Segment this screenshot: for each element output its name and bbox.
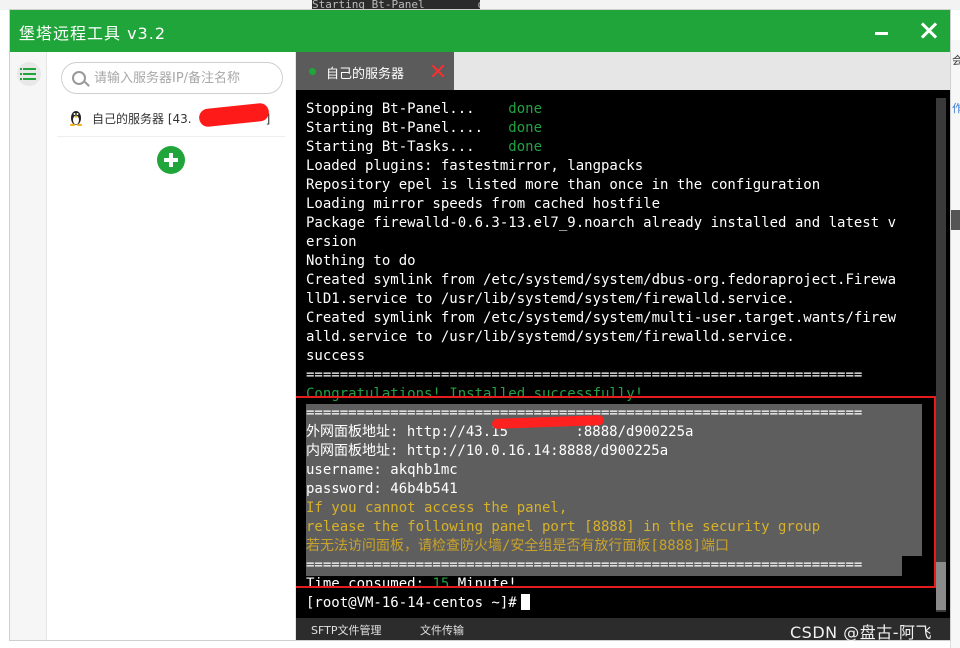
terminal-text: ========================================… [306,367,863,383]
server-list-panel: 自己的服务器 [43.] [47,52,296,640]
highlight-box [296,396,936,588]
server-list-item[interactable]: 自己的服务器 [43.] [57,100,285,137]
window-title: 堡塔远程工具 v3.2 [19,24,167,43]
connected-status-dot [309,68,316,75]
terminal-text: alld.service to /usr/lib/systemd/system/… [306,329,795,345]
text-cursor [520,594,530,610]
scrollbar-thumb[interactable] [936,562,946,610]
background-terminal-peek: Starting Bt-Panel done [312,0,480,10]
tab-server[interactable]: 自己的服务器 [296,52,454,90]
tab-bar: 自己的服务器 [296,52,950,90]
terminal-text: success [306,348,366,364]
search-input[interactable] [92,67,276,89]
background-window: Starting Bt-Panel done [0,0,960,10]
terminal-pane: 自己的服务器 Stopping Bt-Panel... done Starting… [296,52,950,640]
title-bar[interactable]: 堡塔远程工具 v3.2 [10,10,950,52]
terminal-line: llD1.service to /usr/lib/systemd/system/… [306,290,926,309]
terminal-line: Repository epel is listed more than once… [306,176,926,195]
terminal-text: llD1.service to /usr/lib/systemd/system/… [306,291,795,307]
prompt-text: [root@VM-16-14-centos ~]# [306,595,517,611]
terminal-line: Created symlink from /etc/systemd/system… [306,309,926,328]
close-button[interactable] [916,18,942,44]
minimize-button[interactable] [869,18,895,44]
terminal-output[interactable]: Stopping Bt-Panel... done Starting Bt-Pan… [296,90,950,618]
terminal-text: done [508,120,543,136]
terminal-line: success [306,347,926,366]
terminal-text: Loading mirror speeds from cached hostfi… [306,196,661,212]
list-icon [20,73,36,75]
sftp-file-manager-button[interactable]: SFTP文件管理 [311,622,381,638]
list-icon [20,78,36,80]
terminal-text: Stopping Bt-Panel... [306,101,509,117]
terminal-line: Nothing to do [306,252,926,271]
terminal-line: Starting Bt-Tasks... done [306,138,926,157]
terminal-text: Repository epel is listed more than once… [306,177,821,193]
app-window: 堡塔远程工具 v3.2 自己的服务器 [43.] [10,10,950,640]
search-box[interactable] [61,62,283,94]
terminal-line: Starting Bt-Panel.... done [306,119,926,138]
list-menu-button[interactable] [17,62,41,86]
terminal-text: Starting Bt-Panel.... [306,120,509,136]
terminal-line: Loading mirror speeds from cached hostfi… [306,195,926,214]
terminal-text: Created symlink from /etc/systemd/system… [306,272,897,288]
tab-label: 自己的服务器 [326,67,405,82]
file-transfer-button[interactable]: 文件传输 [420,622,464,638]
background-char: 作 [952,102,960,115]
terminal-line: Created symlink from /etc/systemd/system… [306,271,926,290]
terminal-line: Loaded plugins: fastestmirror, langpacks [306,157,926,176]
terminal-line: alld.service to /usr/lib/systemd/system/… [306,328,926,347]
terminal-scrollbar[interactable] [936,98,946,612]
background-bar [951,210,960,230]
icon-rail [10,52,47,640]
list-icon [20,68,36,70]
terminal-text: Nothing to do [306,253,416,269]
terminal-text: ersion [306,234,357,250]
terminal-line: ersion [306,233,926,252]
terminal-text: done [508,139,543,155]
add-server-button[interactable] [157,146,185,174]
terminal-line: Stopping Bt-Panel... done [306,100,926,119]
terminal-line: ========================================… [306,366,926,385]
terminal-text: Created symlink from /etc/systemd/system… [306,310,897,326]
terminal-prompt: [root@VM-16-14-centos ~]# [306,594,926,613]
background-char: 会 [952,54,960,67]
terminal-text: Loaded plugins: fastestmirror, langpacks [306,158,644,174]
terminal-text: done [508,101,543,117]
terminal-line: Package firewalld-0.6.3-13.el7_9.noarch … [306,214,926,233]
terminal-text: Package firewalld-0.6.3-13.el7_9.noarch … [306,215,897,231]
linux-tux-icon [70,111,82,126]
terminal-text: Starting Bt-Tasks... [306,139,509,155]
background-window-right: 会 作 [950,40,960,648]
tab-close-icon[interactable] [430,63,446,79]
watermark: CSDN @盘古-阿飞 [790,623,932,642]
search-icon [72,71,86,85]
